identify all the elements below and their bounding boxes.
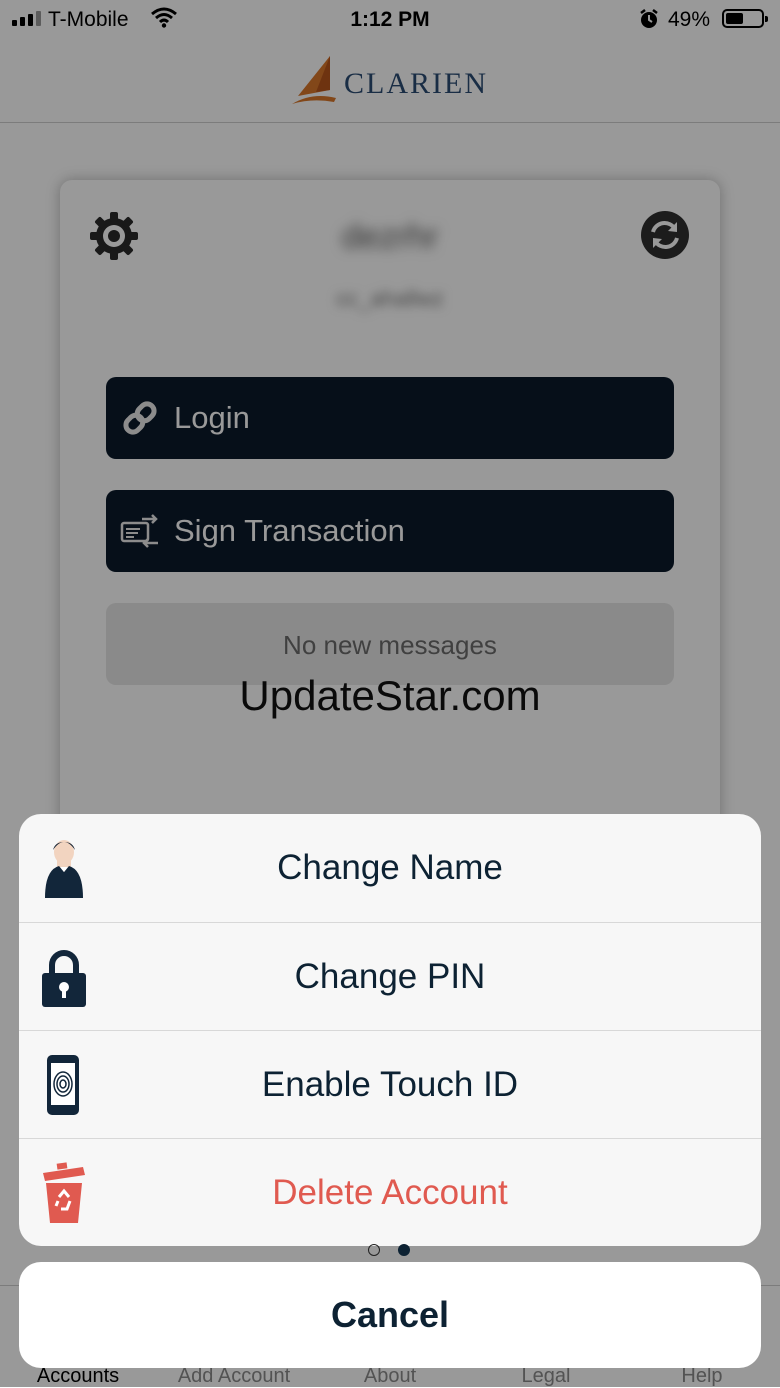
action-sheet: Change Name Change PIN Enable Touch ID D… xyxy=(19,814,761,1246)
person-icon xyxy=(45,840,83,898)
page-dot-2[interactable] xyxy=(398,1244,410,1256)
delete-account-label: Delete Account xyxy=(272,1173,508,1212)
fingerprint-phone-icon xyxy=(47,1055,79,1115)
enable-touch-id-label: Enable Touch ID xyxy=(261,1065,519,1104)
delete-account-option[interactable]: Delete Account xyxy=(19,1138,761,1246)
trash-icon xyxy=(43,1162,85,1223)
page-indicator xyxy=(368,1244,410,1256)
app-screen: T-Mobile 1:12 PM 49% CLARIEN dezrhr cc_a… xyxy=(0,0,780,1388)
lock-icon xyxy=(42,950,86,1007)
cancel-button[interactable]: Cancel xyxy=(19,1262,761,1368)
page-dot-1[interactable] xyxy=(368,1244,380,1256)
change-name-option[interactable]: Change Name xyxy=(19,814,761,922)
enable-touch-id-option[interactable]: Enable Touch ID xyxy=(19,1030,761,1139)
change-name-label: Change Name xyxy=(277,848,503,887)
change-pin-label: Change PIN xyxy=(294,957,486,996)
change-pin-option[interactable]: Change PIN xyxy=(19,922,761,1031)
